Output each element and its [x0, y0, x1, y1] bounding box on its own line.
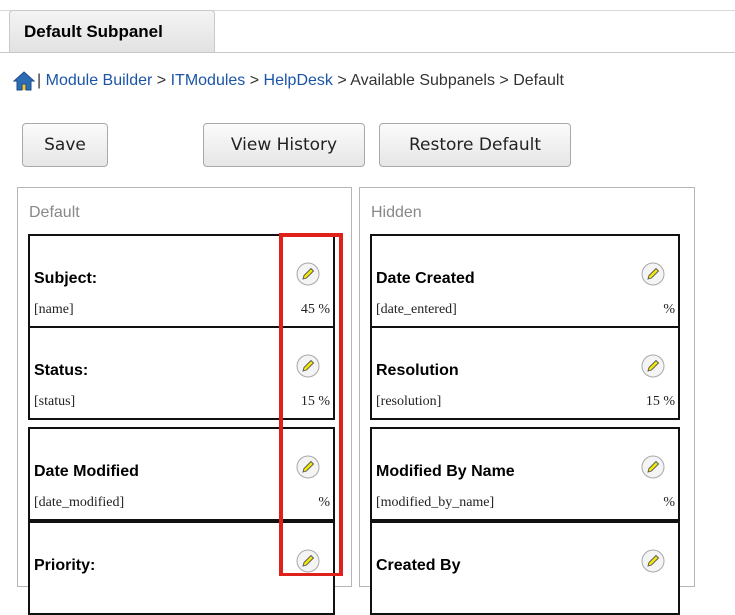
breadcrumb-module-builder-link[interactable]: Module Builder	[46, 72, 153, 89]
breadcrumb-separator: >	[156, 72, 167, 89]
view-history-button[interactable]: View History	[203, 123, 365, 167]
pencil-edit-icon[interactable]	[641, 549, 665, 573]
breadcrumb-default: Default	[513, 72, 564, 89]
field-label: Resolution	[376, 362, 459, 379]
hidden-panel: Hidden Date Created [date_entered] % Res…	[359, 187, 695, 615]
field-card-modified-by-name[interactable]: Modified By Name [modified_by_name] %	[370, 427, 680, 521]
edit-icons-highlight-box	[279, 233, 343, 576]
save-button[interactable]: Save	[22, 123, 108, 167]
breadcrumb-available-subpanels: Available Subpanels	[350, 72, 495, 89]
field-width: %	[663, 302, 675, 317]
breadcrumb-separator: >	[249, 72, 260, 89]
tab-divider	[0, 52, 735, 53]
restore-default-button[interactable]: Restore Default	[379, 123, 571, 167]
home-icon[interactable]	[13, 71, 35, 91]
pencil-edit-icon[interactable]	[641, 354, 665, 378]
field-label: Created By	[376, 557, 461, 574]
field-card-created-by[interactable]: Created By	[370, 521, 680, 615]
field-label: Status:	[34, 362, 89, 379]
field-name: [resolution]	[376, 394, 442, 409]
field-name: [date_entered]	[376, 302, 457, 317]
field-label: Date Modified	[34, 463, 139, 480]
breadcrumb-separator: >	[337, 72, 347, 89]
default-panel-title: Default	[29, 204, 80, 221]
field-name: [name]	[34, 302, 74, 317]
field-label: Priority:	[34, 557, 96, 574]
field-label: Subject:	[34, 270, 98, 287]
field-card-date-created[interactable]: Date Created [date_entered] %	[370, 234, 680, 328]
hidden-panel-title: Hidden	[371, 204, 422, 221]
field-width: %	[663, 495, 675, 510]
field-name: [status]	[34, 394, 76, 409]
pencil-edit-icon[interactable]	[641, 262, 665, 286]
breadcrumb-separator: >	[499, 72, 509, 89]
field-width: 15 %	[645, 394, 675, 409]
field-label: Modified By Name	[376, 463, 515, 480]
field-name: [date_modified]	[34, 495, 125, 510]
breadcrumb: | Module Builder > ITModules > HelpDesk …	[13, 68, 564, 94]
breadcrumb-helpdesk-link[interactable]: HelpDesk	[264, 72, 333, 89]
tab-default-subpanel[interactable]: Default Subpanel	[9, 10, 215, 52]
field-label: Date Created	[376, 270, 475, 287]
breadcrumb-separator: |	[37, 72, 42, 89]
breadcrumb-itmodules-link[interactable]: ITModules	[171, 72, 246, 89]
field-name: [modified_by_name]	[376, 495, 495, 510]
field-card-resolution[interactable]: Resolution [resolution] 15 %	[370, 326, 680, 420]
pencil-edit-icon[interactable]	[641, 455, 665, 479]
